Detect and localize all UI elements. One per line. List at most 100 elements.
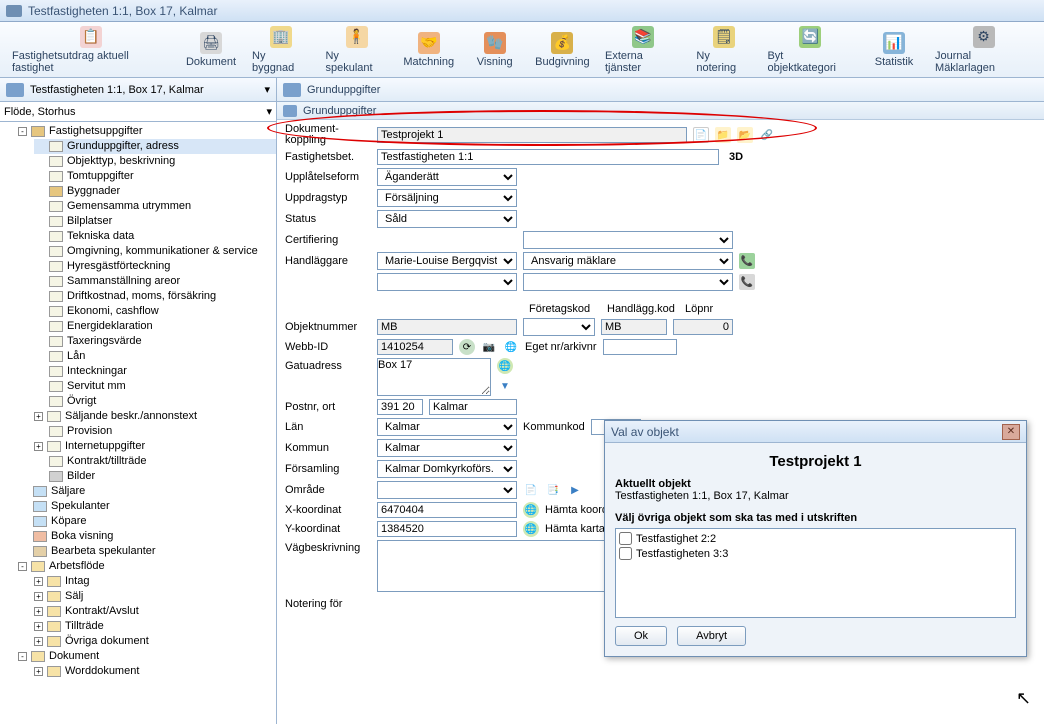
tree-item[interactable]: +Intag xyxy=(34,574,276,589)
toolbar-dokument[interactable]: 🖨Dokument xyxy=(178,30,244,70)
tree-item[interactable]: Hyresgästförteckning xyxy=(34,259,276,274)
unlink-icon[interactable]: 🔗 xyxy=(759,127,775,143)
toolbar-budgivning[interactable]: 💰Budgivning xyxy=(528,30,597,70)
toolbar-ny-spekulant[interactable]: 🧍Ny spekulant xyxy=(317,24,395,76)
ansvarig2-select[interactable] xyxy=(523,273,733,291)
tree-item[interactable]: +Internetuppgifter xyxy=(34,439,276,454)
forsamling-select[interactable]: Kalmar Domkyrkoförs. xyxy=(377,460,517,478)
globe-icon[interactable]: 🌐 xyxy=(497,358,513,374)
avbryt-button[interactable]: Avbryt xyxy=(677,626,746,646)
toolbar-byt-objektkategori[interactable]: 🔄Byt objektkategori xyxy=(759,24,861,76)
toolbar-matchning[interactable]: 🤝Matchning xyxy=(396,30,462,70)
tree-item[interactable]: Bearbeta spekulanter xyxy=(18,544,276,559)
gatuadress-input[interactable]: Box 17 xyxy=(377,358,491,396)
open-icon[interactable]: 📂 xyxy=(737,127,753,143)
handlaggare2-select[interactable] xyxy=(377,273,517,291)
fastighetsbet-input[interactable] xyxy=(377,149,719,165)
tree-item[interactable]: Provision xyxy=(34,424,276,439)
tree-item[interactable]: Lån xyxy=(34,349,276,364)
certifiering-select[interactable] xyxy=(523,231,733,249)
tree-item[interactable]: Servitut mm xyxy=(34,379,276,394)
checkbox[interactable] xyxy=(619,532,632,545)
refresh-icon[interactable]: ⟳ xyxy=(459,339,475,355)
tree-item[interactable]: Driftkostnad, moms, försäkring xyxy=(34,289,276,304)
expand-icon[interactable]: + xyxy=(34,622,43,631)
tree-item[interactable]: Ekonomi, cashflow xyxy=(34,304,276,319)
toolbar-visning[interactable]: 🧤Visning xyxy=(462,30,528,70)
tree-item[interactable]: +Kontrakt/Avslut xyxy=(34,604,276,619)
lan-select[interactable]: Kalmar xyxy=(377,418,517,436)
lopnr-input[interactable] xyxy=(673,319,733,335)
tree-item[interactable]: Grunduppgifter, adress xyxy=(34,139,276,154)
handlaggkod-input[interactable] xyxy=(601,319,667,335)
tree-item[interactable]: +Worddokument xyxy=(34,664,276,679)
phone-icon[interactable]: 📞 xyxy=(739,274,755,290)
checklist-item[interactable]: Testfastigheten 3:3 xyxy=(619,547,1012,560)
postnr-input[interactable] xyxy=(377,399,423,415)
tree-item[interactable]: Tekniska data xyxy=(34,229,276,244)
tree-item[interactable]: -Dokument xyxy=(18,649,276,664)
chevron-down-icon[interactable]: ▾ xyxy=(266,105,272,118)
toolbar-fastighetsutdrag-aktuell-fastighet[interactable]: 📋Fastighetsutdrag aktuell fastighet xyxy=(4,24,178,76)
toolbar-ny-byggnad[interactable]: 🏢Ny byggnad xyxy=(244,24,317,76)
navigation-tree[interactable]: -FastighetsuppgifterGrunduppgifter, adre… xyxy=(0,122,276,724)
globe-icon[interactable]: 🌐 xyxy=(523,521,539,537)
folder-icon[interactable]: 📁 xyxy=(715,127,731,143)
handlaggare-select[interactable]: Marie-Louise Bergqvist xyxy=(377,252,517,270)
toolbar-ny-notering[interactable]: 🗒Ny notering xyxy=(688,24,759,76)
egetnr-input[interactable] xyxy=(603,339,677,355)
hamta-karta-link[interactable]: Hämta karta xyxy=(545,523,605,535)
tree-item[interactable]: Inteckningar xyxy=(34,364,276,379)
chevron-down-icon[interactable]: ▾ xyxy=(264,83,270,96)
expand-icon[interactable]: + xyxy=(34,577,43,586)
page-icon[interactable]: 📄 xyxy=(523,482,539,498)
expand-icon[interactable]: + xyxy=(34,667,43,676)
globe-icon[interactable]: 🌐 xyxy=(523,502,539,518)
expand-icon[interactable]: + xyxy=(34,442,43,451)
page-icon[interactable]: 📄 xyxy=(693,127,709,143)
tree-item[interactable]: +Övriga dokument xyxy=(34,634,276,649)
expand-icon[interactable]: + xyxy=(34,412,43,421)
tree-item[interactable]: Byggnader xyxy=(34,184,276,199)
checklist-item[interactable]: Testfastighet 2:2 xyxy=(619,532,1012,545)
toolbar-externa-tj-nster[interactable]: 📚Externa tjänster xyxy=(597,24,688,76)
tree-item[interactable]: -Fastighetsuppgifter xyxy=(18,124,276,139)
tree-item[interactable]: +Säljande beskr./annonstext xyxy=(34,409,276,424)
tree-item[interactable]: Omgivning, kommunikationer & service xyxy=(34,244,276,259)
tree-item[interactable]: Tomtuppgifter xyxy=(34,169,276,184)
chevron-down-icon[interactable]: ▼ xyxy=(497,378,513,394)
tree-item[interactable]: Energideklaration xyxy=(34,319,276,334)
close-button[interactable]: ✕ xyxy=(1002,424,1020,440)
tree-item[interactable]: +Sälj xyxy=(34,589,276,604)
phone-icon[interactable]: 📞 xyxy=(739,253,755,269)
uppdragstyp-select[interactable]: Försäljning xyxy=(377,189,517,207)
ok-button[interactable]: Ok xyxy=(615,626,667,646)
object-checklist[interactable]: Testfastighet 2:2 Testfastigheten 3:3 xyxy=(615,528,1016,618)
expand-icon[interactable]: - xyxy=(18,652,27,661)
dokumentkoppling-input[interactable] xyxy=(377,127,687,143)
tree-item[interactable]: Spekulanter xyxy=(18,499,276,514)
camera-icon[interactable]: 📷 xyxy=(481,339,497,355)
tree-item[interactable]: Bilder xyxy=(34,469,276,484)
ansvarig-select[interactable]: Ansvarig mäklare xyxy=(523,252,733,270)
globe-icon[interactable]: 🌐 xyxy=(503,339,519,355)
pages-icon[interactable]: 📑 xyxy=(545,482,561,498)
expand-icon[interactable]: + xyxy=(34,637,43,646)
tree-item[interactable]: Köpare xyxy=(18,514,276,529)
tree-item[interactable]: Gemensamma utrymmen xyxy=(34,199,276,214)
ort-input[interactable] xyxy=(429,399,517,415)
tree-item[interactable]: -Arbetsflöde xyxy=(18,559,276,574)
expand-icon[interactable]: + xyxy=(34,592,43,601)
flow-combo[interactable]: ▾ xyxy=(0,102,276,122)
tree-item[interactable]: Kontrakt/tillträde xyxy=(34,454,276,469)
tree-item[interactable]: Bilplatser xyxy=(34,214,276,229)
play-icon[interactable]: ▶ xyxy=(567,482,583,498)
toolbar-statistik[interactable]: 📊Statistik xyxy=(861,30,927,70)
kommun-select[interactable]: Kalmar xyxy=(377,439,517,457)
expand-icon[interactable]: + xyxy=(34,607,43,616)
tree-item[interactable]: Boka visning xyxy=(18,529,276,544)
webbid-input[interactable] xyxy=(377,339,453,355)
tree-item[interactable]: Objekttyp, beskrivning xyxy=(34,154,276,169)
upplatelseform-select[interactable]: Äganderätt xyxy=(377,168,517,186)
tree-item[interactable]: Säljare xyxy=(18,484,276,499)
